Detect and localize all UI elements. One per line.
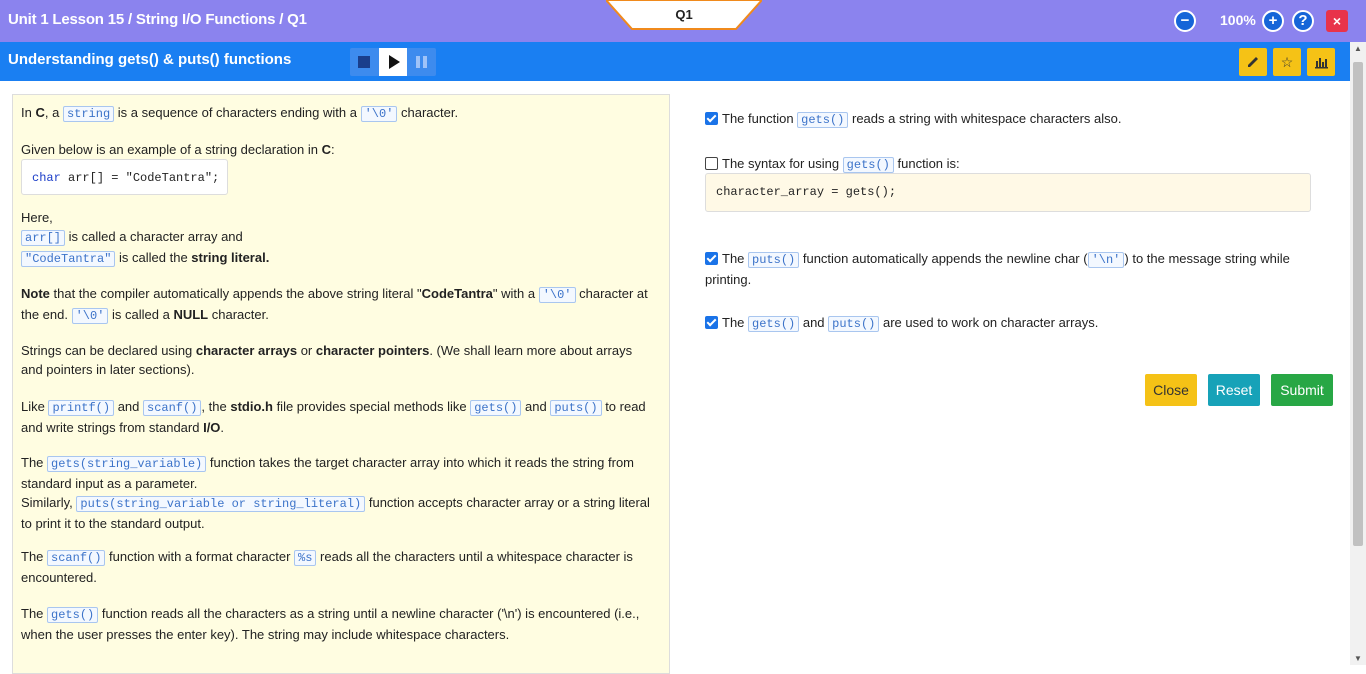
header-controls: − 100% + ? × — [1166, 8, 1366, 34]
question-tab-label: Q1 — [675, 7, 693, 22]
option-1[interactable]: The function gets() reads a string with … — [705, 109, 1310, 130]
star-icon[interactable]: ☆ — [1273, 48, 1301, 76]
scroll-down-icon[interactable]: ▼ — [1354, 654, 1362, 663]
inline-code: scanf() — [47, 550, 106, 566]
edit-icon[interactable] — [1239, 48, 1267, 76]
submit-button[interactable]: Submit — [1271, 374, 1333, 406]
media-controls — [350, 48, 436, 76]
paragraph-example: Given below is an example of a string de… — [21, 142, 335, 157]
inline-code: puts() — [748, 252, 800, 268]
paragraph-note: Note that the compiler automatically app… — [21, 286, 648, 324]
inline-code: '\0' — [538, 287, 576, 303]
syntax-code-block: character_array = gets(); — [705, 173, 1311, 212]
inline-code: gets() — [748, 316, 800, 332]
inline-code: string — [62, 106, 115, 122]
question-tab[interactable]: Q1 — [606, 0, 762, 30]
inline-code: gets() — [470, 400, 522, 416]
zoom-out-icon[interactable]: − — [1174, 10, 1196, 32]
play-icon[interactable] — [379, 48, 407, 76]
inline-code: arr[] — [21, 230, 66, 246]
inline-code: scanf() — [143, 400, 202, 416]
scroll-up-icon[interactable]: ▲ — [1354, 44, 1362, 53]
checkbox-checked[interactable] — [705, 252, 718, 265]
paragraph-scanf: The scanf() function with a format chara… — [21, 549, 633, 585]
option-2[interactable]: The syntax for using gets() function is: — [705, 154, 1310, 175]
checkbox-checked[interactable] — [705, 112, 718, 125]
code-example: char arr[] = "CodeTantra"; — [21, 159, 228, 195]
scrollbar[interactable]: ▲ ▼ — [1350, 42, 1366, 665]
scroll-thumb[interactable] — [1353, 62, 1363, 546]
paragraph-declare: Strings can be declared using character … — [21, 343, 633, 377]
close-icon[interactable]: × — [1326, 10, 1348, 32]
page-title: Understanding gets() & puts() functions — [8, 51, 292, 68]
inline-code: printf() — [48, 400, 115, 416]
lesson-toolbar: Understanding gets() & puts() functions … — [0, 42, 1350, 81]
inline-code: gets() — [47, 607, 99, 623]
inline-code: '\0' — [71, 308, 109, 324]
help-icon[interactable]: ? — [1292, 10, 1314, 32]
inline-code: %s — [294, 550, 317, 566]
stats-icon[interactable] — [1307, 48, 1335, 76]
inline-code: "CodeTantra" — [21, 251, 116, 267]
inline-code: gets() — [842, 157, 894, 173]
paragraph-gets: The gets() function reads all the charac… — [21, 606, 640, 642]
option-4[interactable]: The gets() and puts() are used to work o… — [705, 313, 1310, 334]
inline-code: gets() — [797, 112, 849, 128]
top-header: Unit 1 Lesson 15 / String I/O Functions … — [0, 0, 1366, 42]
inline-code: '\n' — [1087, 252, 1125, 268]
inline-code: gets(string_variable) — [47, 456, 207, 472]
close-button[interactable]: Close — [1145, 374, 1197, 406]
reset-button[interactable]: Reset — [1208, 374, 1260, 406]
explanation-panel: In C, a string is a sequence of characte… — [12, 94, 670, 674]
checkbox-checked[interactable] — [705, 316, 718, 329]
stop-icon[interactable] — [350, 48, 378, 76]
paragraph-string-def: In C, a string is a sequence of characte… — [21, 105, 459, 122]
option-3[interactable]: The puts() function automatically append… — [705, 249, 1310, 289]
zoom-in-icon[interactable]: + — [1262, 10, 1284, 32]
inline-code: puts(string_variable or string_literal) — [76, 496, 366, 512]
checkbox-unchecked[interactable] — [705, 157, 718, 170]
zoom-level: 100% — [1220, 12, 1256, 28]
pause-icon[interactable] — [408, 48, 436, 76]
breadcrumb: Unit 1 Lesson 15 / String I/O Functions … — [8, 11, 307, 28]
inline-code: puts() — [550, 400, 602, 416]
paragraph-gets-puts: The gets(string_variable) function takes… — [21, 455, 650, 531]
inline-code: '\0' — [360, 106, 398, 122]
inline-code: puts() — [828, 316, 880, 332]
paragraph-here: Here, arr[] is called a character array … — [21, 210, 270, 267]
paragraph-io-methods: Like printf() and scanf(), the stdio.h f… — [21, 399, 646, 435]
